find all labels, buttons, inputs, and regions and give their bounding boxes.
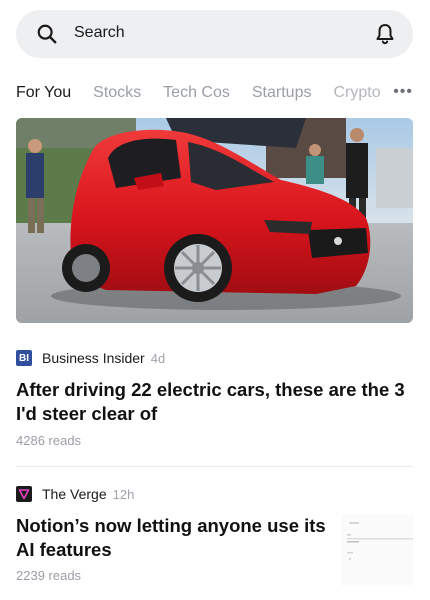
business-insider-logo-icon: BI bbox=[16, 350, 32, 366]
article-read-count: 4286 reads bbox=[16, 433, 82, 448]
article-source-row[interactable]: BI Business Insider 4d bbox=[16, 350, 165, 366]
article-headline[interactable]: Notion’s now letting anyone use its AI f… bbox=[16, 514, 331, 562]
tab-crypto[interactable]: Crypto bbox=[333, 84, 380, 102]
headline-line: Notion’s now letting anyone use its bbox=[16, 515, 326, 536]
search-input[interactable] bbox=[74, 24, 324, 42]
car-photo bbox=[16, 118, 413, 323]
tab-stocks[interactable]: Stocks bbox=[93, 84, 141, 102]
tab-tech-cos[interactable]: Tech Cos bbox=[163, 84, 230, 102]
divider bbox=[16, 466, 413, 467]
tab-startups[interactable]: Startups bbox=[252, 84, 312, 102]
article-source-row[interactable]: The Verge 12h bbox=[16, 486, 134, 502]
tab-for-you[interactable]: For You bbox=[16, 84, 71, 102]
article-source-name: Business Insider bbox=[42, 350, 145, 366]
article-thumbnail[interactable] bbox=[341, 514, 413, 586]
notion-thumbnail-image bbox=[347, 522, 413, 560]
headline-line: I'd steer clear of bbox=[16, 403, 158, 424]
article-age: 4d bbox=[150, 350, 166, 366]
article-read-count: 2239 reads bbox=[16, 568, 82, 583]
bell-icon[interactable] bbox=[373, 22, 397, 46]
the-verge-logo-icon bbox=[16, 486, 32, 502]
article-headline[interactable]: After driving 22 electric cars, these ar… bbox=[16, 378, 413, 426]
category-tabs: For You Stocks Tech Cos Startups Crypto bbox=[16, 80, 416, 106]
search-icon bbox=[37, 24, 57, 44]
headline-line: AI features bbox=[16, 539, 112, 560]
article-source-name: The Verge bbox=[42, 486, 107, 502]
search-bar[interactable] bbox=[16, 10, 413, 58]
article-hero-image[interactable] bbox=[16, 118, 413, 323]
headline-line: After driving 22 electric cars, these ar… bbox=[16, 379, 405, 400]
more-tabs-button[interactable]: ••• bbox=[385, 82, 413, 102]
article-age: 12h bbox=[112, 486, 135, 502]
